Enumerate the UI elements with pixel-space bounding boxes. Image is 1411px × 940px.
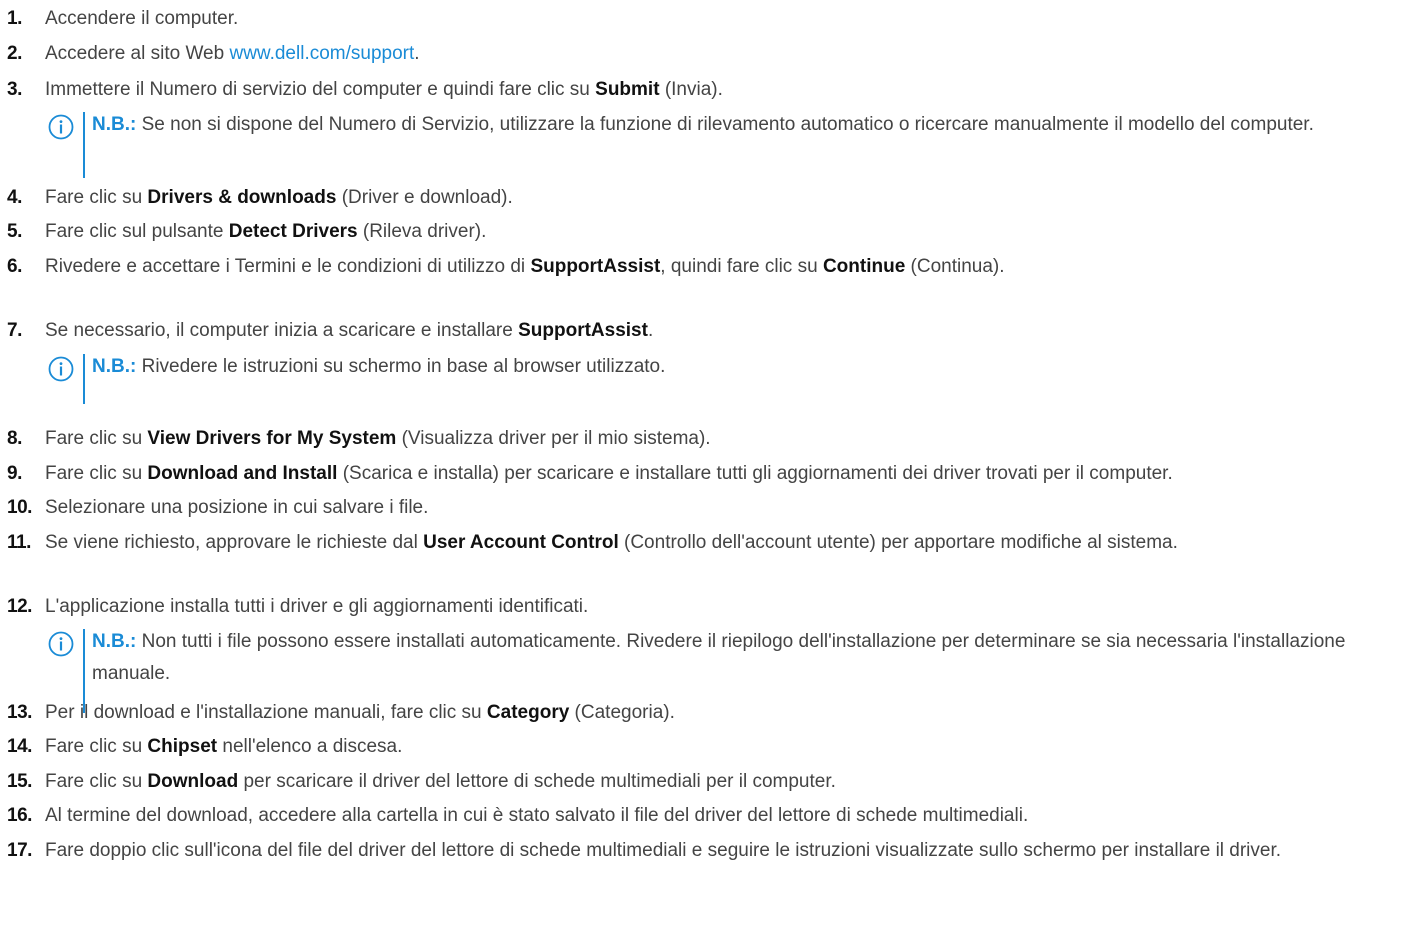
step-text-run: per scaricare il driver del lettore di s…	[238, 771, 836, 792]
step-text: Fare clic sul pulsante Detect Drivers (R…	[45, 217, 1403, 246]
ui-term: SupportAssist	[518, 320, 648, 341]
step-number: 16.	[7, 805, 32, 826]
step-text-run: Immettere il Numero di servizio del comp…	[45, 79, 596, 100]
ui-term: User Account Control	[423, 532, 619, 553]
step-text-run: nell'elenco a discesa.	[217, 736, 403, 757]
step-text-run: Se viene richiesto, approvare le richies…	[45, 532, 424, 553]
step-number: 9.	[7, 463, 22, 484]
note-text: N.B.: Non tutti i file possono essere in…	[92, 626, 1403, 690]
note-divider	[83, 112, 85, 178]
step-number: 10.	[7, 497, 32, 518]
note-text: N.B.: Se non si dispone del Numero di Se…	[92, 109, 1403, 141]
step-text-run: Rivedere e accettare i Termini e le cond…	[45, 256, 531, 277]
step-number: 6.	[7, 256, 22, 277]
step-text-run: (Visualizza driver per il mio sistema).	[396, 428, 711, 449]
step-text: Fare clic su Chipset nell'elenco a disce…	[45, 732, 1403, 761]
step-text: Fare clic su View Drivers for My System …	[45, 424, 1403, 453]
note-divider	[83, 629, 85, 713]
step-text-run: Se necessario, il computer inizia a scar…	[45, 320, 519, 341]
step-number: 14.	[7, 736, 32, 757]
ui-term: Chipset	[147, 736, 218, 757]
step-text-run: (Driver e download).	[336, 187, 513, 208]
info-circle-icon	[48, 114, 74, 140]
step-text-run: Fare clic su	[45, 736, 148, 757]
ui-term: SupportAssist	[530, 256, 661, 277]
step-text-run: (Controllo dell'account utente) per appo…	[618, 532, 1178, 553]
note-label: N.B.:	[92, 356, 137, 377]
document-page: 1. Accendere il computer. 2. Accedere al si…	[0, 0, 1411, 940]
step-text: Rivedere e accettare i Termini e le cond…	[45, 252, 1403, 281]
step-text-run: Selezionare una posizione in cui salvare…	[45, 497, 429, 518]
ui-term: View Drivers for My System	[147, 428, 397, 449]
note-divider	[83, 354, 85, 404]
step-text: Fare doppio clic sull'icona del file del…	[45, 836, 1403, 865]
step-number: 11.	[7, 532, 31, 553]
step-text-run: .	[647, 320, 654, 341]
step-number: 7.	[7, 320, 22, 341]
ui-term: Drivers & downloads	[147, 187, 337, 208]
step-text-run: (Invia).	[659, 79, 723, 100]
step-text: Fare clic su Download and Install (Scari…	[45, 459, 1403, 488]
step-text: Se viene richiesto, approvare le richies…	[45, 528, 1403, 557]
step-text-run: Fare clic su	[45, 771, 148, 792]
note-body: Rivedere le istruzioni su schermo in bas…	[136, 356, 666, 377]
step-number: 5.	[7, 221, 22, 242]
ui-term: Continue	[822, 256, 906, 277]
note-body: Se non si dispone del Numero di Servizio…	[136, 114, 1314, 135]
step-text-run: (Rileva driver).	[357, 221, 487, 242]
step-text-run: Fare clic sul pulsante	[45, 221, 229, 242]
support-link[interactable]: www.dell.com/support	[229, 43, 414, 64]
step-text: L'applicazione installa tutti i driver e…	[45, 592, 1403, 621]
note-text: N.B.: Rivedere le istruzioni su schermo …	[92, 351, 1403, 383]
step-number: 8.	[7, 428, 22, 449]
step-text: Accendere il computer.	[45, 4, 1403, 33]
step-number: 2.	[7, 43, 22, 64]
step-text: Fare clic su Drivers & downloads (Driver…	[45, 183, 1403, 212]
note-body: Non tutti i file possono essere installa…	[92, 631, 1346, 684]
step-text-run: Accendere il computer.	[45, 8, 239, 29]
note-label: N.B.:	[92, 114, 137, 135]
step-number: 15.	[7, 771, 32, 792]
step-text: Immettere il Numero di servizio del comp…	[45, 75, 1403, 104]
step-text-run: Fare clic su	[45, 463, 148, 484]
step-text-run: (Scarica e installa) per scaricare e ins…	[337, 463, 1173, 484]
step-text: Se necessario, il computer inizia a scar…	[45, 316, 1403, 345]
step-number: 1.	[7, 8, 22, 29]
step-text-run: Fare clic su	[45, 428, 148, 449]
step-text-run: Fare doppio clic sull'icona del file del…	[45, 840, 1282, 861]
step-text: Selezionare una posizione in cui salvare…	[45, 493, 1403, 522]
step-text-run: L'applicazione installa tutti i driver e…	[45, 596, 589, 617]
ui-term: Submit	[595, 79, 660, 100]
step-number: 13.	[7, 702, 32, 723]
ui-term: Download	[147, 771, 239, 792]
step-number: 12.	[7, 596, 32, 617]
step-number: 3.	[7, 79, 22, 100]
step-text: Al termine del download, accedere alla c…	[45, 801, 1403, 830]
ui-term: Download and Install	[147, 463, 338, 484]
info-circle-icon	[48, 356, 74, 382]
step-text-run: Accedere al sito Web	[45, 43, 230, 64]
step-number: 17.	[7, 840, 32, 861]
ui-term: Detect Drivers	[228, 221, 358, 242]
info-circle-icon	[48, 631, 74, 657]
step-text-run: Fare clic su	[45, 187, 148, 208]
step-text: Accedere al sito Web www.dell.com/suppor…	[45, 39, 1403, 68]
step-text-run: Al termine del download, accedere alla c…	[45, 805, 1029, 826]
note-box: N.B.: Se non si dispone del Numero di Se…	[48, 112, 1403, 178]
note-box: N.B.: Rivedere le istruzioni su schermo …	[48, 354, 1403, 404]
note-box: N.B.: Non tutti i file possono essere in…	[48, 629, 1403, 713]
step-number: 4.	[7, 187, 22, 208]
step-text: Fare clic su Download per scaricare il d…	[45, 767, 1403, 796]
note-label: N.B.:	[92, 631, 137, 652]
step-text-run: , quindi fare clic su	[660, 256, 823, 277]
step-text-run: (Continua).	[905, 256, 1005, 277]
step-text-run: .	[414, 43, 420, 64]
